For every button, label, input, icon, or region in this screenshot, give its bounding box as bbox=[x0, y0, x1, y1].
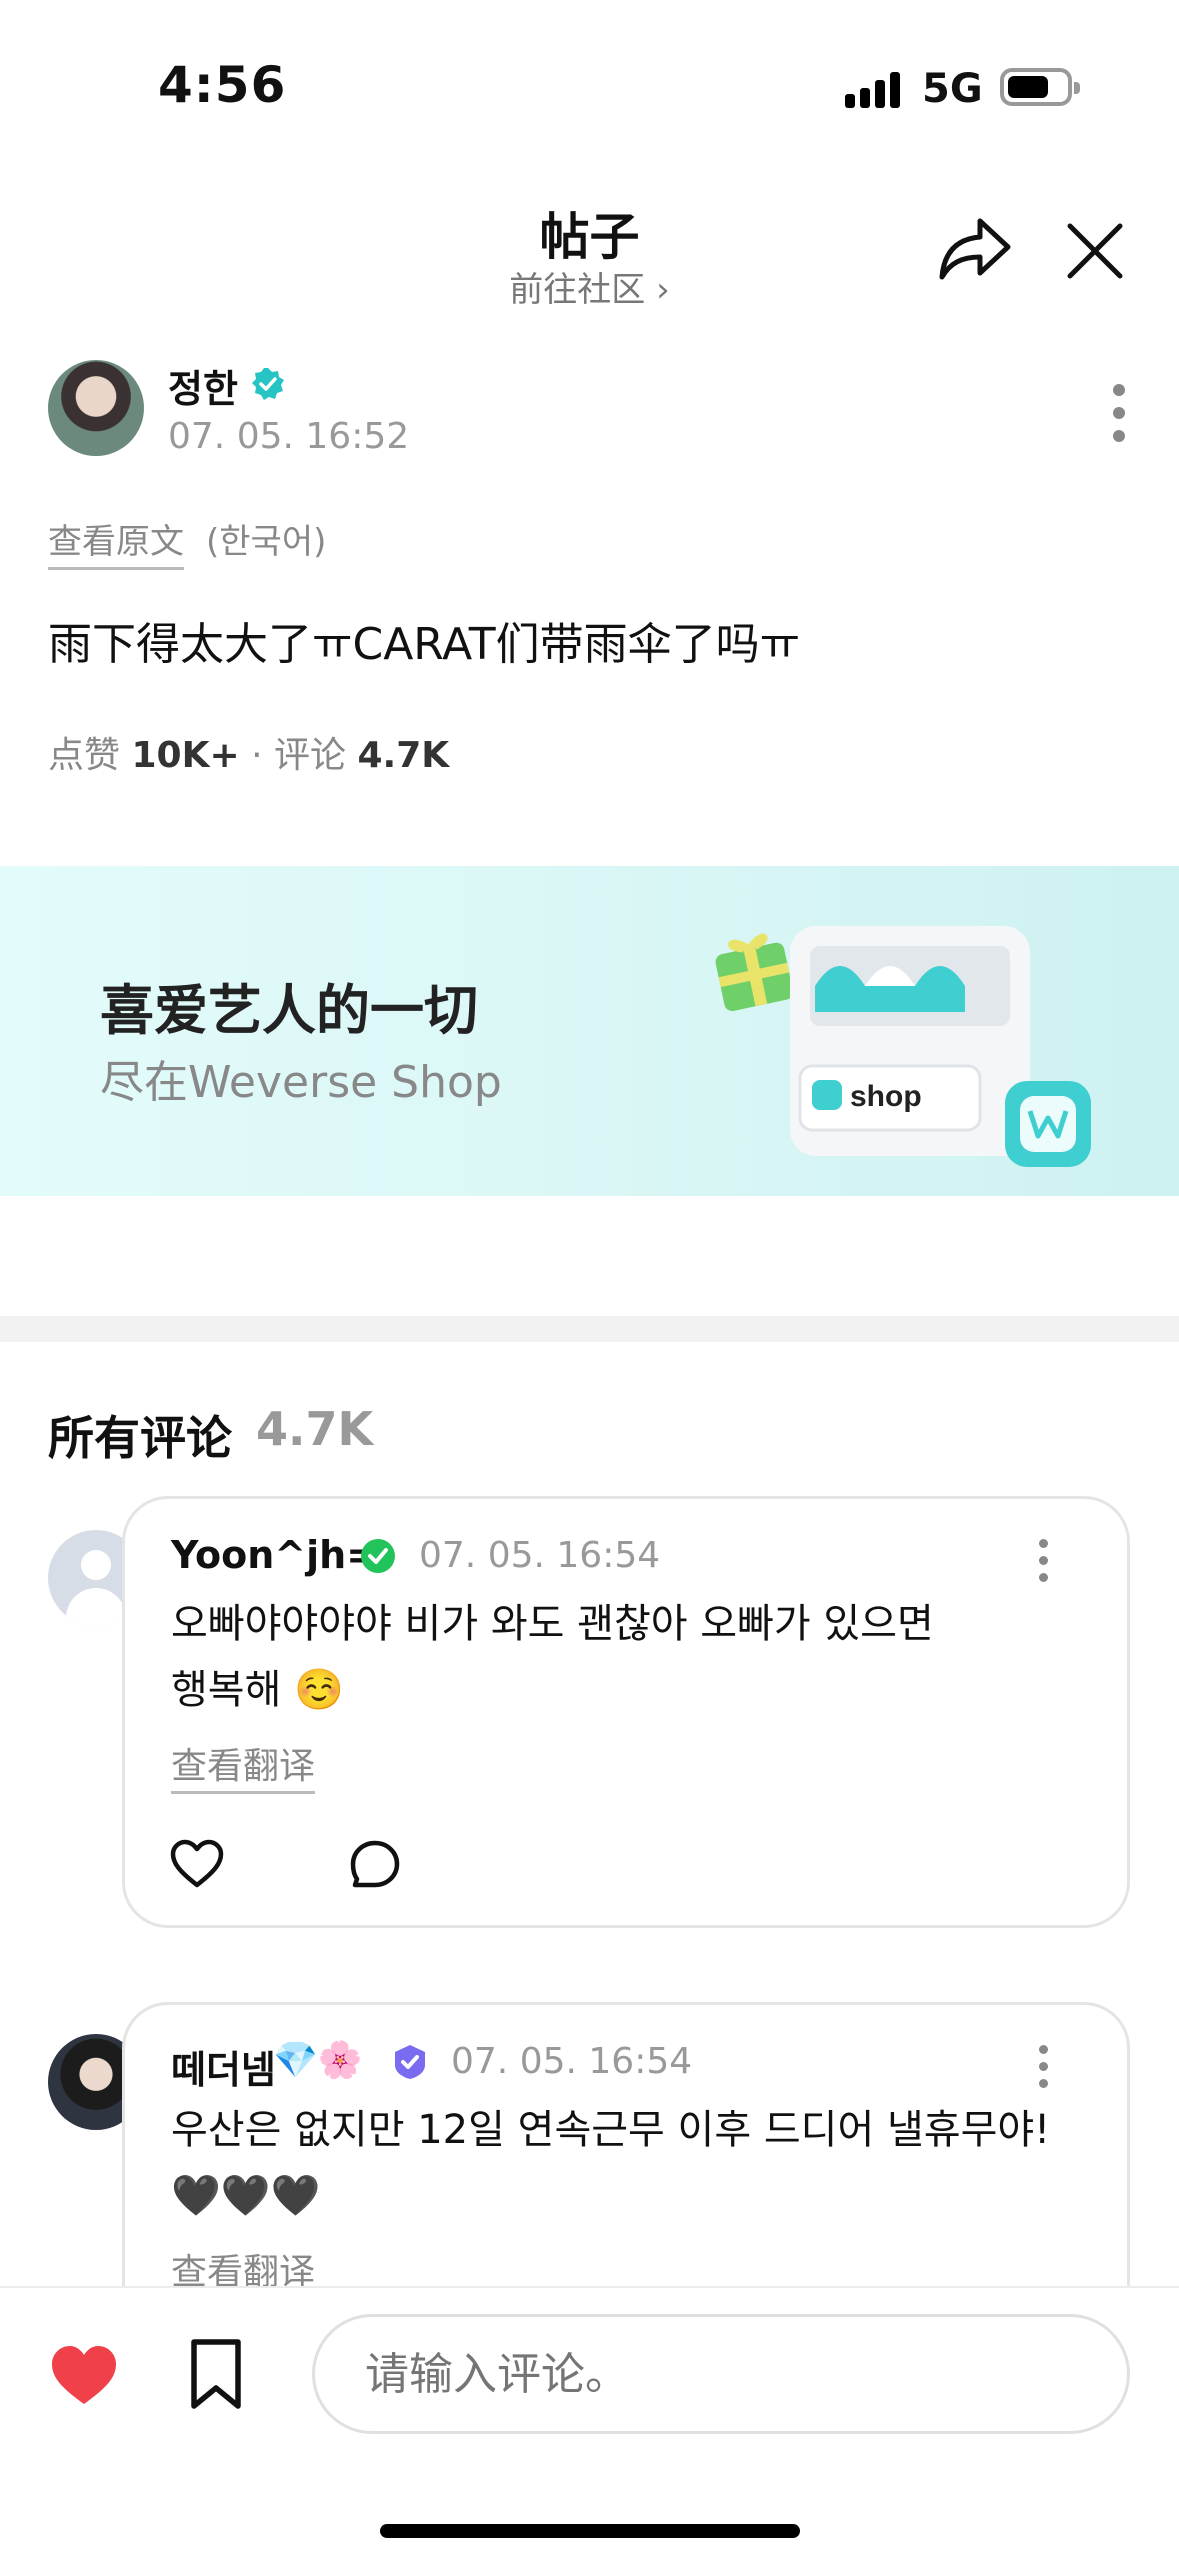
comment-more-button[interactable] bbox=[1033, 2045, 1053, 2095]
comment-text-line: 🖤🖤🖤 bbox=[171, 2173, 321, 2219]
comment-text-line: 오빠야야야야 비가 와도 괜찮아 오빠가 있으면 bbox=[171, 1601, 934, 1647]
reply-bubble-icon[interactable] bbox=[349, 1839, 401, 1891]
bottom-bar bbox=[0, 2286, 1179, 2556]
more-dot-icon bbox=[1113, 407, 1125, 419]
author-avatar[interactable] bbox=[48, 360, 144, 456]
section-divider bbox=[0, 1316, 1179, 1342]
comment-card: Yoon^jh= 07. 05. 16:54 오빠야야야야 비가 와도 괜찮아 … bbox=[122, 1496, 1130, 1928]
banner-subtitle: 尽在Weverse Shop bbox=[100, 1057, 502, 1108]
comments-section-count: 4.7K bbox=[256, 1402, 374, 1456]
more-dot-icon bbox=[1038, 1573, 1048, 1582]
shop-sign-label: shop bbox=[850, 1080, 922, 1113]
stats-separator: · bbox=[251, 735, 263, 776]
more-dot-icon bbox=[1038, 2045, 1048, 2054]
heart-filled-icon[interactable] bbox=[50, 2344, 118, 2408]
author-name[interactable]: 정한 bbox=[168, 358, 238, 413]
comment-input[interactable] bbox=[312, 2314, 1130, 2434]
verified-badge-icon bbox=[252, 368, 284, 400]
more-dot-icon bbox=[1038, 2079, 1048, 2088]
comment-username[interactable]: Yoon^jh= bbox=[171, 1533, 378, 1577]
comment-user-emojis: 💎🌸 bbox=[273, 2040, 363, 2081]
comment-more-button[interactable] bbox=[1033, 1539, 1053, 1589]
home-indicator bbox=[380, 2524, 800, 2538]
comments-section-title: 所有评论 bbox=[48, 1411, 232, 1465]
heart-outline-icon[interactable] bbox=[169, 1837, 225, 1893]
original-language: (한국어) bbox=[206, 522, 327, 562]
comments-label: 评论 bbox=[274, 735, 347, 776]
more-dot-icon bbox=[1038, 2062, 1048, 2071]
more-dot-icon bbox=[1113, 384, 1125, 396]
banner-title: 喜爱艺人的一切 bbox=[100, 979, 478, 1042]
likes-count: 10K+ bbox=[131, 735, 240, 776]
shop-illustration-icon: shop bbox=[715, 926, 1091, 1167]
likes-label: 点赞 bbox=[48, 735, 121, 776]
post-body: 雨下得太大了ㅠCARAT们带雨伞了吗ㅠ bbox=[48, 619, 801, 670]
share-button[interactable] bbox=[936, 213, 1012, 285]
comment-text: 우산은 없지만 12일 연속근무 이후 드디어 낼휴무야! 🖤🖤🖤 bbox=[171, 2097, 1091, 2229]
signal-icon bbox=[845, 68, 905, 108]
network-label: 5G bbox=[922, 66, 983, 112]
comment-time: 07. 05. 16:54 bbox=[419, 1535, 661, 1576]
status-time: 4:56 bbox=[158, 56, 287, 114]
shop-banner[interactable]: 喜爱艺人的一切 尽在Weverse Shop shop bbox=[0, 866, 1179, 1196]
post-more-button[interactable] bbox=[1104, 384, 1134, 454]
comment-text-line: 우산은 없지만 12일 연속근무 이후 드디어 낼휴무야! bbox=[171, 2107, 1051, 2153]
comment-text-line: 행복해 ☺️ bbox=[171, 1667, 344, 1713]
view-original-link[interactable]: 查看原文 bbox=[48, 514, 184, 570]
comment-time: 07. 05. 16:54 bbox=[451, 2041, 693, 2082]
comment-text: 오빠야야야야 비가 와도 괜찮아 오빠가 있으면 행복해 ☺️ bbox=[171, 1591, 1091, 1723]
comments-count: 4.7K bbox=[357, 735, 450, 776]
bookmark-icon[interactable] bbox=[186, 2338, 246, 2410]
verified-badge-icon bbox=[361, 1539, 395, 1573]
battery-icon bbox=[1000, 68, 1080, 106]
more-dot-icon bbox=[1113, 430, 1125, 442]
more-dot-icon bbox=[1038, 1556, 1048, 1565]
more-dot-icon bbox=[1038, 1539, 1048, 1548]
share-icon bbox=[939, 218, 1011, 280]
fan-badge-icon bbox=[395, 2045, 425, 2079]
post-stats: 点赞 10K+ · 评论 4.7K bbox=[48, 726, 449, 778]
view-translation-link[interactable]: 查看翻译 bbox=[171, 1737, 316, 1794]
close-button[interactable] bbox=[1062, 218, 1128, 284]
post-time: 07. 05. 16:52 bbox=[168, 416, 410, 457]
close-icon bbox=[1067, 223, 1123, 279]
comment-username[interactable]: 떼더넴 bbox=[171, 2039, 276, 2094]
